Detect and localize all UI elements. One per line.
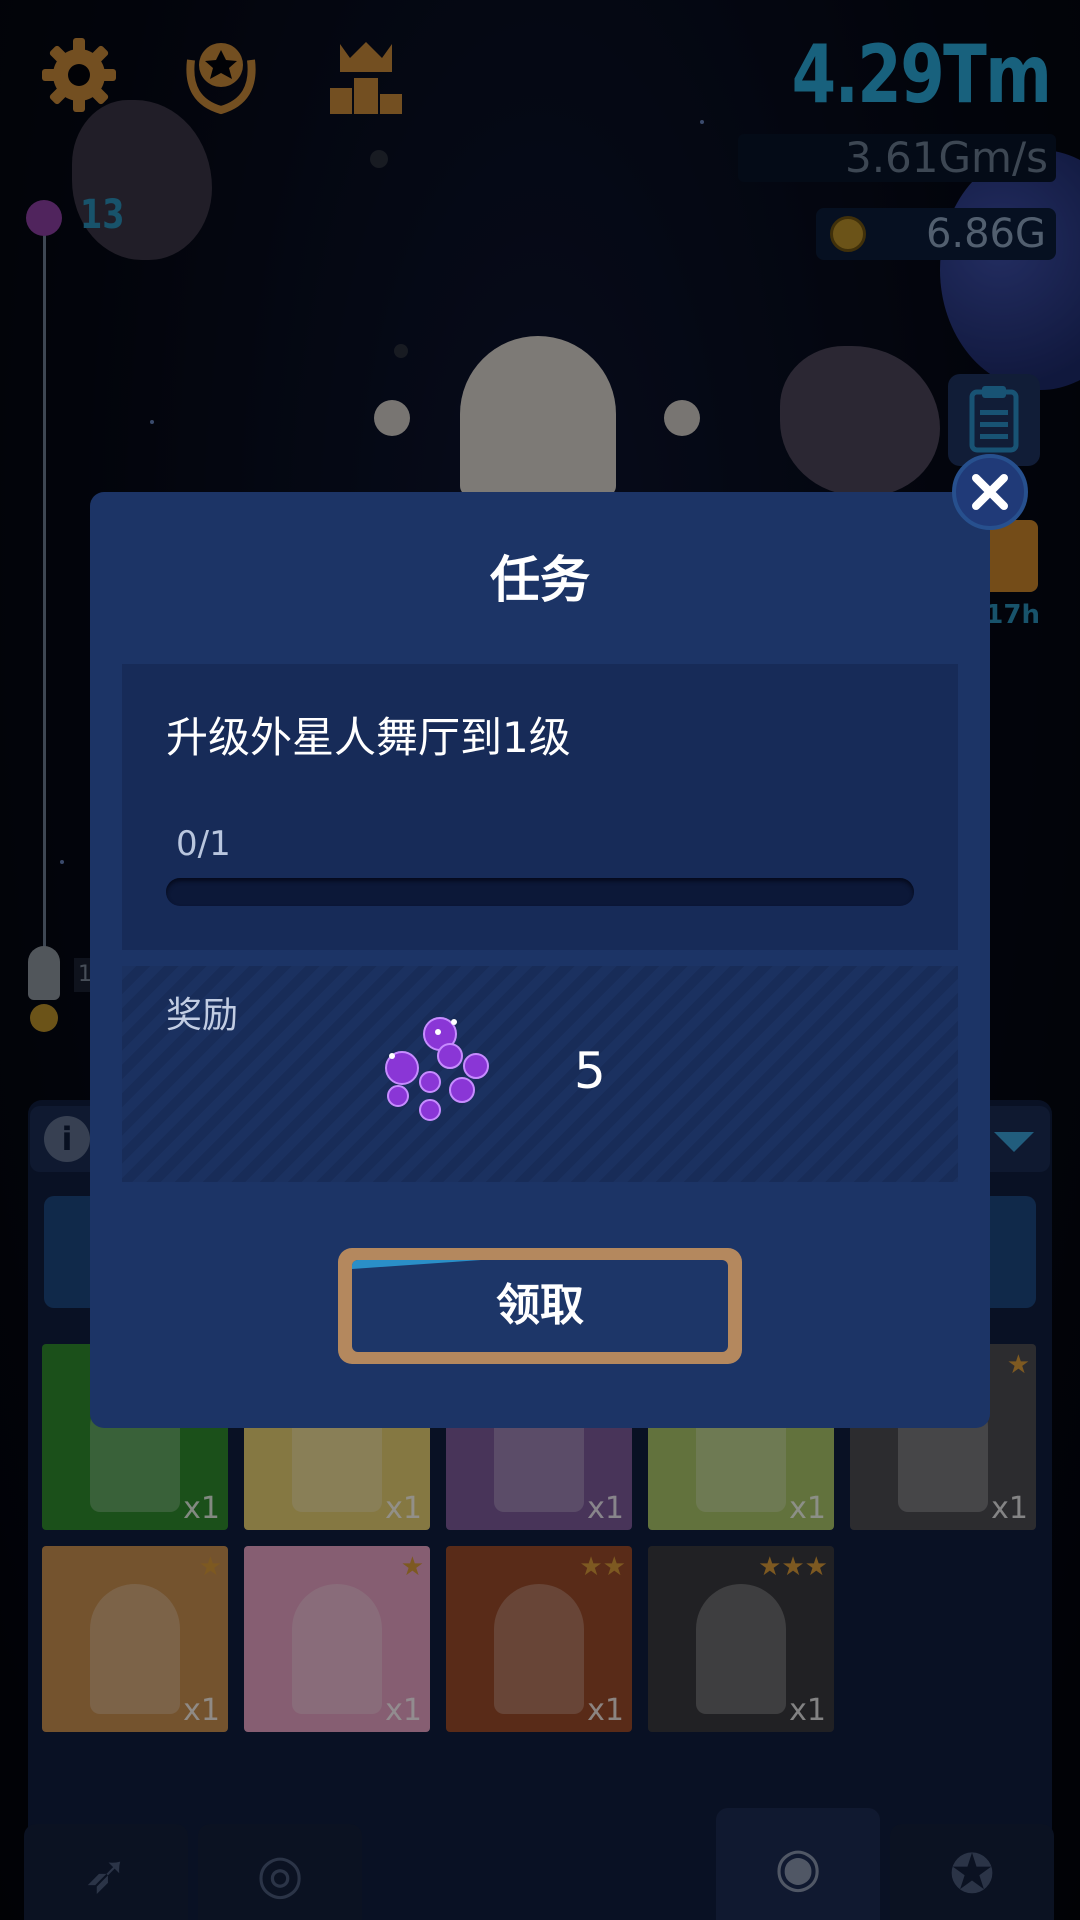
reward-amount: 5	[574, 1042, 606, 1100]
close-icon	[972, 474, 1008, 510]
gems-icon	[385, 1017, 489, 1121]
claim-button[interactable]: 领取	[338, 1248, 742, 1364]
task-card: 升级外星人舞厅到1级 0/1	[122, 664, 958, 950]
modal-title: 任务	[490, 551, 590, 609]
task-progress-bar	[166, 878, 914, 906]
claim-button-label: 领取	[496, 1280, 584, 1331]
reward-label: 奖励	[166, 995, 239, 1036]
close-button[interactable]	[952, 454, 1028, 530]
task-progress-text: 0/1	[176, 824, 231, 864]
reward-card: 奖励 5	[122, 966, 958, 1182]
claim-button-face: 领取	[352, 1260, 728, 1352]
task-modal: 任务 升级外星人舞厅到1级 0/1 奖励 5 领取	[90, 492, 990, 1428]
task-description: 升级外星人舞厅到1级	[166, 713, 571, 762]
